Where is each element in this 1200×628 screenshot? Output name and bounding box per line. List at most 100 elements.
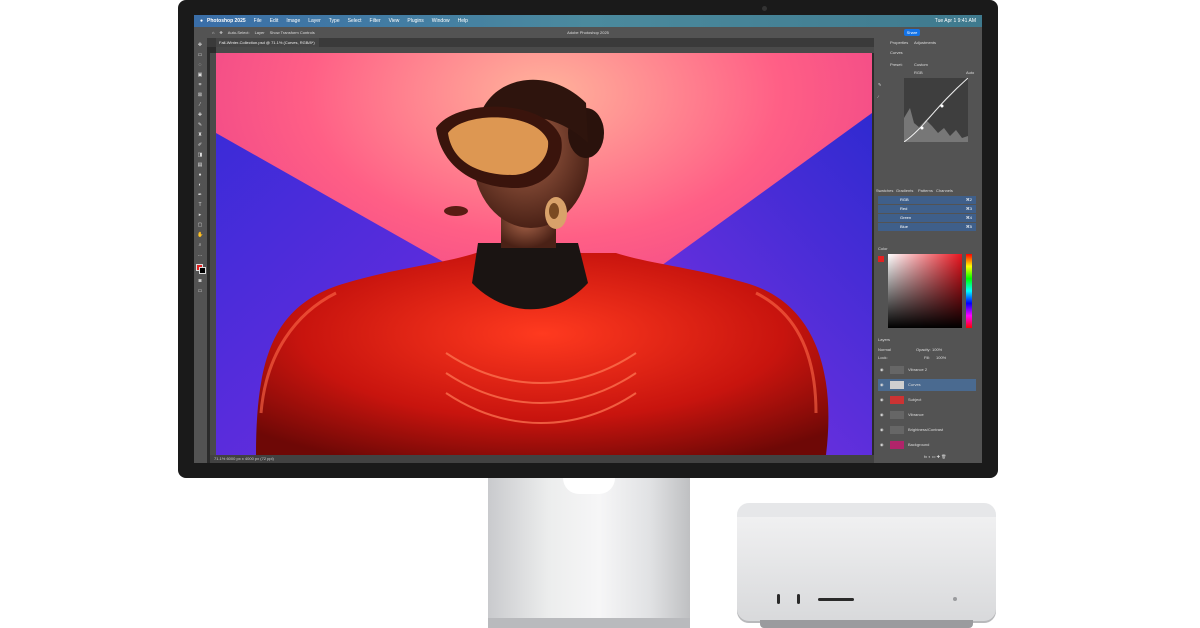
channel-row[interactable]: RGB ⌘2 — [878, 196, 976, 204]
apple-icon[interactable]: ● — [200, 18, 203, 24]
display-stand — [488, 478, 690, 628]
layer-row[interactable]: ◉ Background — [878, 439, 976, 451]
foreground-swatch[interactable] — [878, 256, 884, 262]
brush-icon[interactable]: ✎ — [197, 122, 203, 128]
menu-help[interactable]: Help — [458, 18, 468, 24]
eraser-icon[interactable]: ◨ — [197, 152, 203, 158]
shape-icon[interactable]: ▢ — [197, 222, 203, 228]
layer-row[interactable]: ◉ Subject — [878, 394, 976, 406]
curves-point-icon[interactable]: ✎ — [878, 82, 881, 87]
tab-patterns[interactable]: Patterns — [918, 188, 933, 193]
curves-graph[interactable] — [903, 77, 969, 143]
layer-row[interactable]: ◉ Brightness/Contrast — [878, 424, 976, 436]
move-icon[interactable]: ✥ — [197, 42, 203, 48]
menu-file[interactable]: File — [254, 18, 262, 24]
tab-channels[interactable]: Channels — [936, 188, 953, 193]
hue-slider[interactable] — [966, 254, 972, 328]
menu-window[interactable]: Window — [432, 18, 450, 24]
image-canvas[interactable] — [216, 53, 872, 455]
visibility-eye-icon[interactable]: ◉ — [880, 439, 884, 451]
visibility-eye-icon[interactable]: ◉ — [880, 424, 884, 436]
tools-panel: ✥ ▭ ◌ ▣ ⌗ ⊠ ⁄ ✚ ✎ ♜ ✐ ◨ ▤ ● ◐ ✒ T ▸ ▢ ✋ … — [194, 38, 207, 463]
curves-histogram — [903, 77, 969, 143]
menu-image[interactable]: Image — [286, 18, 300, 24]
stand-cable-hole — [563, 478, 615, 494]
menu-select[interactable]: Select — [348, 18, 362, 24]
studio-display: ● Photoshop 2025 File Edit Image Layer T… — [178, 0, 998, 478]
tab-adjustments[interactable]: Adjustments — [914, 40, 936, 45]
curves-eyedropper-icon[interactable]: ⁄ — [878, 94, 879, 99]
window-title: Adobe Photoshop 2025 — [567, 30, 609, 35]
layer-thumbnail — [890, 426, 904, 434]
frame-icon[interactable]: ⊠ — [197, 92, 203, 98]
object-select-icon[interactable]: ▣ — [197, 72, 203, 78]
photo-artwork — [216, 53, 872, 455]
blur-icon[interactable]: ● — [197, 172, 203, 178]
layer-row[interactable]: ◉ Vibrance — [878, 409, 976, 421]
channel-shortcut: ⌘3 — [965, 206, 972, 211]
healing-icon[interactable]: ✚ — [197, 112, 203, 118]
color-field[interactable] — [888, 254, 962, 328]
path-select-icon[interactable]: ▸ — [197, 212, 203, 218]
layers-panel-title: Layers — [878, 337, 891, 342]
menu-type[interactable]: Type — [329, 18, 340, 24]
background-color-swatch[interactable] — [199, 267, 206, 274]
preset-label: Preset: — [890, 62, 903, 67]
pen-icon[interactable]: ✒ — [197, 192, 203, 198]
usb-c-port — [777, 594, 780, 604]
lasso-icon[interactable]: ◌ — [197, 62, 203, 68]
layer-thumbnail — [890, 366, 904, 374]
channel-row[interactable]: Red ⌘3 — [878, 205, 976, 213]
layer-name: Subject — [908, 397, 922, 402]
channel-select[interactable]: RGB — [914, 70, 923, 75]
history-brush-icon[interactable]: ✐ — [197, 142, 203, 148]
properties-section-title: Curves — [890, 50, 903, 55]
channel-row[interactable]: Blue ⌘5 — [878, 223, 976, 231]
menubar-clock[interactable]: Tue Apr 1 9:41 AM — [935, 18, 976, 24]
channel-name: Red — [900, 206, 908, 211]
share-button[interactable]: Share — [904, 29, 920, 36]
visibility-eye-icon[interactable]: ◉ — [880, 409, 884, 421]
quick-mask-icon[interactable]: ◙ — [197, 278, 203, 284]
document-tab[interactable]: Fall-Winter-Collection.psd @ 71.1% (Curv… — [216, 38, 319, 47]
visibility-eye-icon[interactable]: ◉ — [880, 364, 884, 376]
menu-edit[interactable]: Edit — [270, 18, 279, 24]
tab-gradients[interactable]: Gradients — [896, 188, 913, 193]
layer-row[interactable]: ◉ Vibrance 2 — [878, 364, 976, 376]
opacity-value[interactable]: 100% — [932, 347, 942, 352]
menu-layer[interactable]: Layer — [308, 18, 321, 24]
blend-mode-select[interactable]: Normal — [878, 347, 891, 352]
layer-name: Vibrance — [908, 412, 924, 417]
stamp-icon[interactable]: ♜ — [197, 132, 203, 138]
zoom-icon[interactable]: ⌕ — [197, 242, 203, 248]
screen-mode-icon[interactable]: ▭ — [197, 288, 203, 294]
eyedropper-icon[interactable]: ⁄ — [197, 102, 203, 108]
layer-actions-icons[interactable]: fx ◐ ▭ ✚ 🗑 — [924, 454, 946, 459]
layer-thumbnail — [890, 396, 904, 404]
more-tools-icon[interactable]: … — [197, 252, 203, 258]
fill-value[interactable]: 100% — [936, 355, 946, 360]
photoshop-screen: ● Photoshop 2025 File Edit Image Layer T… — [194, 15, 982, 463]
crop-icon[interactable]: ⌗ — [197, 82, 203, 88]
right-panels: Properties Adjustments Curves Preset: Cu… — [874, 38, 982, 463]
preset-select[interactable]: Custom — [914, 62, 928, 67]
menu-filter[interactable]: Filter — [370, 18, 381, 24]
gradient-icon[interactable]: ▤ — [197, 162, 203, 168]
visibility-eye-icon[interactable]: ◉ — [880, 379, 884, 391]
menu-plugins[interactable]: Plugins — [407, 18, 423, 24]
channel-row[interactable]: Green ⌘4 — [878, 214, 976, 222]
fill-label: Fill: — [924, 355, 931, 360]
visibility-eye-icon[interactable]: ◉ — [880, 394, 884, 406]
menu-app-name[interactable]: Photoshop 2025 — [207, 18, 246, 24]
type-icon[interactable]: T — [197, 202, 203, 208]
marquee-icon[interactable]: ▭ — [197, 52, 203, 58]
dodge-icon[interactable]: ◐ — [197, 182, 203, 188]
layer-row-selected[interactable]: ◉ Curves — [878, 379, 976, 391]
menu-view[interactable]: View — [389, 18, 400, 24]
hand-icon[interactable]: ✋ — [197, 232, 203, 238]
tab-swatches[interactable]: Swatches — [876, 188, 893, 193]
auto-button[interactable]: Auto — [966, 70, 974, 75]
tab-properties[interactable]: Properties — [890, 40, 908, 45]
layer-thumbnail — [890, 411, 904, 419]
macos-menubar: ● Photoshop 2025 File Edit Image Layer T… — [194, 15, 982, 27]
